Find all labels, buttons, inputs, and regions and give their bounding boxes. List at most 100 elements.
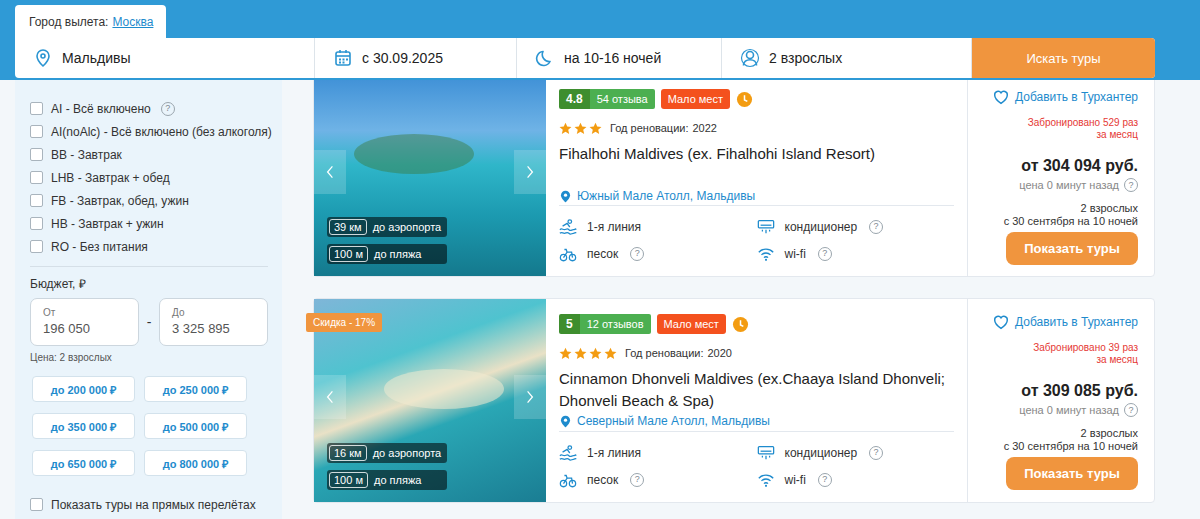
- tour-price: от 304 094 руб.: [1021, 156, 1138, 176]
- distances: 39 км до аэропорта 100 м до пляжа: [327, 217, 447, 264]
- photo-sea: [384, 369, 504, 409]
- airport-distance: 16 км до аэропорта: [327, 443, 447, 463]
- hotel-stars: [559, 122, 602, 135]
- help-icon[interactable]: ?: [1124, 403, 1138, 417]
- budget-preset[interactable]: до 350 000 ₽: [32, 413, 135, 439]
- checkbox[interactable]: [30, 194, 43, 207]
- add-to-favorites-label: Добавить в Турхантер: [1015, 315, 1138, 329]
- trip-travelers: 2 взрослых: [1081, 427, 1139, 440]
- show-tours-button[interactable]: Показать туры: [1006, 457, 1138, 490]
- checkbox[interactable]: [30, 148, 43, 161]
- checkbox[interactable]: [30, 171, 43, 184]
- meal-option[interactable]: FB - Завтрак, обед, ужин: [30, 189, 268, 212]
- meal-option[interactable]: HB - Завтрак + ужин: [30, 212, 268, 235]
- star-icon: [589, 347, 602, 360]
- hotel-location[interactable]: Южный Мале Атолл, Мальдивы: [559, 187, 954, 205]
- rating-badge[interactable]: 5 12 отзывов: [559, 314, 651, 334]
- rating-value: 4.8: [559, 89, 590, 109]
- search-field[interactable]: Мальдивы: [15, 38, 315, 78]
- hotel-photo[interactable]: Скидка - 17% 16 км до аэропорта 100 м до…: [314, 299, 546, 502]
- tour-price: от 309 085 руб.: [1021, 381, 1138, 401]
- hotel-badges: 4.8 54 отзыва Мало мест: [559, 89, 954, 109]
- help-icon[interactable]: ?: [161, 102, 175, 116]
- help-icon[interactable]: ?: [630, 473, 644, 487]
- stars-row: Год реновации: 2022: [559, 119, 954, 137]
- budget-from-input[interactable]: От 196 050: [30, 298, 139, 346]
- budget-preset[interactable]: до 800 000 ₽: [144, 450, 247, 476]
- photo-prev-button[interactable]: [314, 150, 346, 194]
- budget-to-input[interactable]: До 3 325 895: [159, 298, 268, 346]
- meal-option-label: AI - Всё включено: [51, 102, 151, 116]
- air-conditioner-icon: [757, 444, 775, 462]
- pin-icon: [559, 415, 572, 428]
- photo-prev-button[interactable]: [314, 375, 346, 419]
- budget-preset[interactable]: до 650 000 ₽: [32, 450, 135, 476]
- hotel-photo[interactable]: 39 км до аэропорта 100 м до пляжа: [314, 74, 546, 276]
- budget-filter: Бюджет, ₽ От 196 050 - До 3 325 895 Цена…: [30, 277, 268, 476]
- price-age-text: цена 0 минут назад: [1019, 178, 1119, 192]
- hotel-feature: 1-я линия: [559, 439, 757, 466]
- beach-distance: 100 м до пляжа: [327, 470, 447, 490]
- checkbox[interactable]: [30, 217, 43, 230]
- add-to-favorites[interactable]: Добавить в Турхантер: [992, 88, 1138, 106]
- airport-distance-label: до аэропорта: [373, 221, 442, 233]
- meal-option[interactable]: BB - Завтрак: [30, 143, 268, 166]
- checkbox[interactable]: [30, 102, 43, 115]
- help-icon[interactable]: ?: [630, 247, 644, 261]
- budget-preset[interactable]: до 250 000 ₽: [144, 376, 247, 402]
- price-age-text: цена 0 минут назад: [1019, 403, 1119, 417]
- star-icon: [574, 122, 587, 135]
- rating-badge[interactable]: 4.8 54 отзыва: [559, 89, 655, 109]
- hotel-location-text: Южный Мале Атолл, Мальдивы: [577, 189, 755, 203]
- checkbox[interactable]: [30, 240, 43, 253]
- meal-option[interactable]: RO - Без питания: [30, 235, 268, 258]
- booked-count: Забронировано 39 разза месяц: [1033, 342, 1138, 366]
- departure-city-label: Город вылета:: [29, 15, 108, 29]
- departure-city-link[interactable]: Москва: [112, 15, 153, 29]
- budget-preset[interactable]: до 200 000 ₽: [32, 376, 135, 402]
- filters-sidebar: AI - Всё включено ? AI(noAlc) - Всё вклю…: [15, 80, 282, 519]
- search-field[interactable]: 2 взрослых: [722, 38, 972, 78]
- chevron-right-icon: [525, 389, 535, 405]
- photo-next-button[interactable]: [514, 375, 546, 419]
- hotel-offer: Добавить в Турхантер Забронировано 39 ра…: [967, 299, 1154, 502]
- add-to-favorites-label: Добавить в Турхантер: [1015, 90, 1138, 104]
- hotel-feature-label: кондиционер: [785, 220, 858, 234]
- star-icon: [574, 347, 587, 360]
- add-to-favorites[interactable]: Добавить в Турхантер: [992, 313, 1138, 331]
- hotel-feature: wi-fi ?: [757, 466, 955, 493]
- search-button[interactable]: Искать туры: [972, 38, 1155, 78]
- heart-icon: [992, 88, 1010, 106]
- meal-option[interactable]: AI(noAlc) - Всё включено (без алкоголя): [30, 120, 268, 143]
- budget-preset[interactable]: до 500 000 ₽: [144, 413, 247, 439]
- star-icon: [559, 347, 572, 360]
- hotel-feature-label: кондиционер: [785, 446, 858, 460]
- meal-option[interactable]: AI - Всё включено ?: [30, 97, 268, 120]
- hotel-feature: песок ?: [559, 466, 757, 493]
- departure-city[interactable]: Город вылета: Москва: [15, 5, 166, 38]
- help-icon[interactable]: ?: [869, 220, 883, 234]
- reviews-count: 12 отзывов: [580, 314, 651, 334]
- help-icon[interactable]: ?: [818, 473, 832, 487]
- help-icon[interactable]: ?: [818, 247, 832, 261]
- checkbox[interactable]: [30, 498, 43, 511]
- show-tours-button[interactable]: Показать туры: [1006, 232, 1138, 265]
- photo-next-button[interactable]: [514, 150, 546, 194]
- help-icon[interactable]: ?: [869, 446, 883, 460]
- search-field[interactable]: с 30.09.2025: [315, 38, 517, 78]
- hotel-feature-label: wi-fi: [785, 247, 806, 261]
- hotel-list: 39 км до аэропорта 100 м до пляжа 4.8 54…: [313, 73, 1155, 519]
- discount-badge: Скидка - 17%: [306, 313, 382, 332]
- air-conditioner-icon: [757, 218, 775, 236]
- direct-flights-option[interactable]: Показать туры на прямых перелётах: [30, 493, 268, 516]
- hotel-title[interactable]: Cinnamon Dhonveli Maldives (ex.Chaaya Is…: [559, 370, 945, 409]
- checkbox[interactable]: [30, 125, 43, 138]
- airport-distance: 39 км до аэропорта: [327, 217, 447, 237]
- meal-option[interactable]: LHB - Завтрак + обед: [30, 166, 268, 189]
- few-places-badge: Мало мест: [657, 314, 726, 334]
- hotel-title[interactable]: Fihalhohi Maldives (ex. Fihalhohi Island…: [559, 145, 875, 162]
- hotel-location[interactable]: Северный Мале Атолл, Мальдивы: [559, 412, 954, 430]
- help-icon[interactable]: ?: [1124, 178, 1138, 192]
- swim-icon: [559, 218, 577, 236]
- search-field[interactable]: на 10-16 ночей: [517, 38, 722, 78]
